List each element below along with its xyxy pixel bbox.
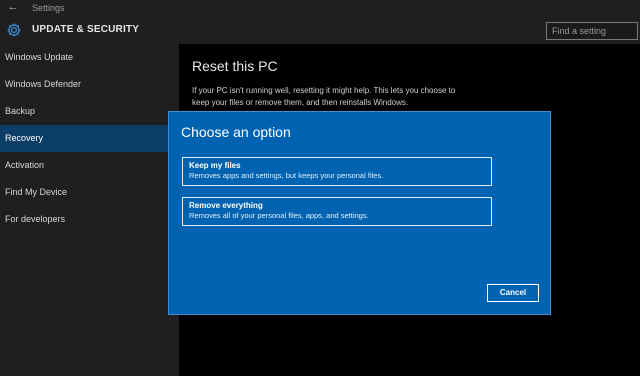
sidebar-item-backup[interactable]: Backup [0, 98, 179, 125]
gear-icon [6, 22, 22, 38]
section-title: Reset this PC [192, 58, 278, 74]
choose-option-dialog: Choose an option Keep my files Removes a… [168, 111, 551, 315]
title-bar: ← Settings [0, 0, 640, 16]
section-description-container: If your PC isn't running well, resetting… [192, 85, 462, 112]
sidebar-item-windows-defender[interactable]: Windows Defender [0, 71, 179, 98]
sidebar-item-activation[interactable]: Activation [0, 152, 179, 179]
sidebar-item-find-my-device[interactable]: Find My Device [0, 179, 179, 206]
sidebar-item-windows-update[interactable]: Windows Update [0, 44, 179, 71]
option-description: Removes apps and settings, but keeps you… [189, 171, 384, 180]
option-description: Removes all of your personal files, apps… [189, 211, 369, 220]
settings-header: UPDATE & SECURITY [0, 16, 640, 44]
dialog-title: Choose an option [181, 124, 291, 140]
page-header-title: UPDATE & SECURITY [32, 24, 140, 35]
app-title: Settings [32, 3, 65, 13]
sidebar-item-for-developers[interactable]: For developers [0, 206, 179, 233]
search-input[interactable] [546, 22, 638, 40]
back-arrow-icon[interactable]: ← [6, 1, 20, 13]
remove-everything-option[interactable]: Remove everything Removes all of your pe… [182, 197, 492, 226]
cancel-button[interactable]: Cancel [487, 284, 539, 302]
option-title: Remove everything [189, 201, 263, 210]
sidebar: Windows Update Windows Defender Backup R… [0, 44, 179, 376]
option-title: Keep my files [189, 161, 241, 170]
section-description: If your PC isn't running well, resetting… [192, 86, 456, 107]
keep-my-files-option[interactable]: Keep my files Removes apps and settings,… [182, 157, 492, 186]
sidebar-item-recovery[interactable]: Recovery [0, 125, 179, 152]
